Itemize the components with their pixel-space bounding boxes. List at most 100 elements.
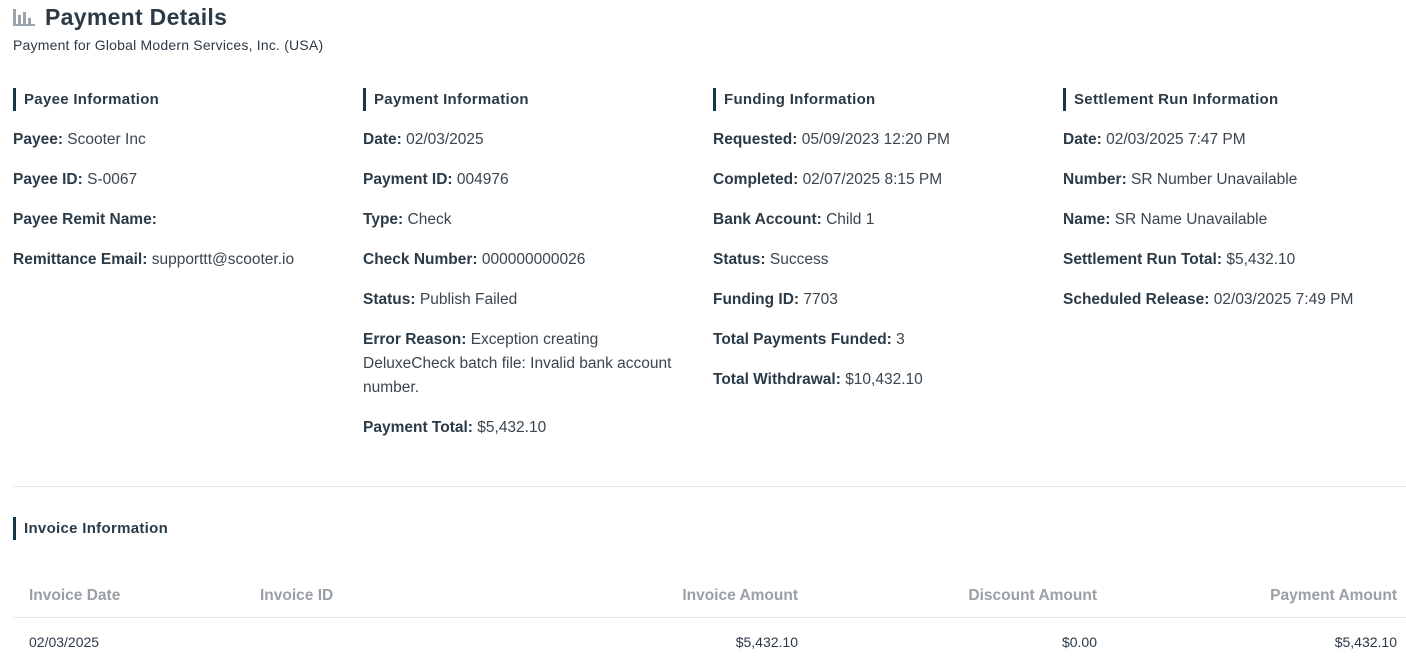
field-label: Total Withdrawal: xyxy=(713,371,841,388)
funding-fields: Requested: 05/09/2023 12:20 PM Completed… xyxy=(713,128,1063,392)
invoice-section-header: Invoice Information xyxy=(13,517,168,540)
column-header-payment-amount[interactable]: Payment Amount xyxy=(1097,587,1397,605)
field-label: Name: xyxy=(1063,211,1111,228)
total-withdrawal-field: Total Withdrawal: $10,432.10 xyxy=(713,368,1063,392)
section-title: Payment Information xyxy=(363,88,713,111)
bank-account-field: Bank Account: Child 1 xyxy=(713,208,1063,232)
field-label: Bank Account: xyxy=(713,211,822,228)
payment-total-field: Payment Total: $5,432.10 xyxy=(363,416,713,440)
field-value: 02/03/2025 7:47 PM xyxy=(1106,131,1246,148)
title-row: Payment Details xyxy=(13,2,323,32)
funding-id-field: Funding ID: 7703 xyxy=(713,288,1063,312)
field-value: Child 1 xyxy=(826,211,875,228)
field-label: Date: xyxy=(1063,131,1102,148)
page-subtitle: Payment for Global Modern Services, Inc.… xyxy=(13,37,324,53)
section-title: Payee Information xyxy=(13,88,363,111)
cell-discount-amount: $0.00 xyxy=(1061,634,1097,650)
field-value: 05/09/2023 12:20 PM xyxy=(801,131,950,148)
table-header-row: Invoice Date Invoice ID Invoice Amount D… xyxy=(13,575,1406,618)
field-label: Scheduled Release: xyxy=(1063,291,1210,308)
field-value: $5,432.10 xyxy=(477,419,547,436)
field-value: supporttt@scooter.io xyxy=(151,251,295,268)
payee-field: Payee: Scooter Inc xyxy=(13,128,363,152)
section-title: Settlement Run Information xyxy=(1063,88,1406,111)
field-label: Number: xyxy=(1063,171,1127,188)
field-label: Total Payments Funded: xyxy=(713,331,892,348)
payee-id-field: Payee ID: S-0067 xyxy=(13,168,363,192)
cell-invoice-date: 02/03/2025 xyxy=(29,634,100,650)
completed-field: Completed: 02/07/2025 8:15 PM xyxy=(713,168,1063,192)
field-value: Scooter Inc xyxy=(67,131,146,148)
field-value: $10,432.10 xyxy=(845,371,923,388)
payee-remit-name-field: Payee Remit Name: xyxy=(13,208,363,232)
field-label: Funding ID: xyxy=(713,291,800,308)
column-header-invoice-id[interactable]: Invoice ID xyxy=(244,587,444,605)
field-value: S-0067 xyxy=(87,171,138,188)
info-columns: Payee Information Payee: Scooter Inc Pay… xyxy=(13,88,1406,456)
section-title: Invoice Information xyxy=(13,517,168,540)
field-value: 02/03/2025 xyxy=(406,131,484,148)
settlement-run-total-field: Settlement Run Total: $5,432.10 xyxy=(1063,248,1406,272)
field-label: Check Number: xyxy=(363,251,478,268)
field-value: 3 xyxy=(896,331,905,348)
requested-field: Requested: 05/09/2023 12:20 PM xyxy=(713,128,1063,152)
funding-section: Funding Information Requested: 05/09/202… xyxy=(713,88,1063,456)
field-value: 02/03/2025 7:49 PM xyxy=(1213,291,1354,308)
settlement-fields: Date: 02/03/2025 7:47 PM Number: SR Numb… xyxy=(1063,128,1406,312)
payment-id-field: Payment ID: 004976 xyxy=(363,168,713,192)
field-label: Error Reason: xyxy=(363,331,467,348)
column-header-invoice-amount[interactable]: Invoice Amount xyxy=(444,587,798,605)
payee-fields: Payee: Scooter Inc Payee ID: S-0067 Paye… xyxy=(13,128,363,272)
funding-status-field: Status: Success xyxy=(713,248,1063,272)
field-label: Status: xyxy=(363,291,416,308)
field-label: Settlement Run Total: xyxy=(1063,251,1223,268)
field-value: 000000000026 xyxy=(481,251,586,268)
page-title: Payment Details xyxy=(45,3,228,30)
scheduled-release-field: Scheduled Release: 02/03/2025 7:49 PM xyxy=(1063,288,1406,312)
payment-type-field: Type: Check xyxy=(363,208,713,232)
field-label: Status: xyxy=(713,251,766,268)
settlement-section: Settlement Run Information Date: 02/03/2… xyxy=(1063,88,1406,456)
field-label: Requested: xyxy=(713,131,798,148)
payment-fields: Date: 02/03/2025 Payment ID: 004976 Type… xyxy=(363,128,713,440)
total-payments-funded-field: Total Payments Funded: 3 xyxy=(713,328,1063,352)
table-row[interactable]: 02/03/2025 $5,432.10 $0.00 $5,432.10 xyxy=(13,618,1406,666)
error-reason-field: Error Reason: Exception creating DeluxeC… xyxy=(363,328,693,400)
payment-section: Payment Information Date: 02/03/2025 Pay… xyxy=(363,88,713,456)
field-label: Payment Total: xyxy=(363,419,473,436)
field-label: Payee ID: xyxy=(13,171,83,188)
payment-date-field: Date: 02/03/2025 xyxy=(363,128,713,152)
field-value: $5,432.10 xyxy=(1226,251,1296,268)
payee-section: Payee Information Payee: Scooter Inc Pay… xyxy=(13,88,363,456)
column-header-discount-amount[interactable]: Discount Amount xyxy=(798,587,1097,605)
payment-status-field: Status: Publish Failed xyxy=(363,288,713,312)
bar-chart-icon xyxy=(13,8,35,26)
page-header: Payment Details Payment for Global Moder… xyxy=(13,2,323,53)
field-label: Date: xyxy=(363,131,402,148)
field-value: SR Name Unavailable xyxy=(1114,211,1268,228)
field-value: Success xyxy=(769,251,829,268)
field-value: 7703 xyxy=(803,291,838,308)
check-number-field: Check Number: 000000000026 xyxy=(363,248,713,272)
field-label: Type: xyxy=(363,211,404,228)
cell-payment-amount: $5,432.10 xyxy=(1334,634,1397,650)
field-value: 02/07/2025 8:15 PM xyxy=(802,171,943,188)
column-header-invoice-date[interactable]: Invoice Date xyxy=(13,587,244,605)
field-label: Payee Remit Name: xyxy=(13,211,157,228)
field-value: SR Number Unavailable xyxy=(1131,171,1298,188)
invoice-table: Invoice Date Invoice ID Invoice Amount D… xyxy=(13,575,1406,666)
cell-invoice-amount: $5,432.10 xyxy=(735,634,798,650)
field-value: 004976 xyxy=(456,171,509,188)
settlement-date-field: Date: 02/03/2025 7:47 PM xyxy=(1063,128,1406,152)
field-label: Payee: xyxy=(13,131,63,148)
field-value: Check xyxy=(407,211,452,228)
section-divider xyxy=(13,486,1406,487)
field-label: Payment ID: xyxy=(363,171,453,188)
section-title: Funding Information xyxy=(713,88,1063,111)
remittance-email-field: Remittance Email: supporttt@scooter.io xyxy=(13,248,363,272)
settlement-name-field: Name: SR Name Unavailable xyxy=(1063,208,1406,232)
field-value: Publish Failed xyxy=(419,291,518,308)
field-label: Remittance Email: xyxy=(13,251,148,268)
settlement-number-field: Number: SR Number Unavailable xyxy=(1063,168,1406,192)
field-label: Completed: xyxy=(713,171,799,188)
